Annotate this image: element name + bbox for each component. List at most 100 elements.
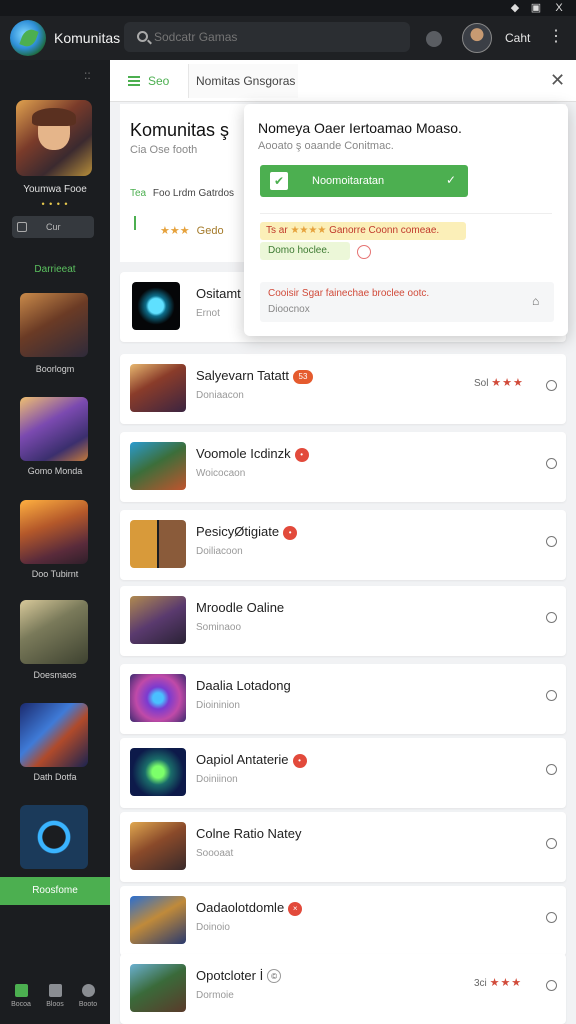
warning-icon[interactable] bbox=[357, 245, 371, 259]
home-icon[interactable]: ⌂ bbox=[532, 294, 539, 308]
check-icon: ✔ bbox=[270, 172, 288, 190]
accent-marker bbox=[134, 216, 136, 230]
close-window-button[interactable]: X bbox=[550, 0, 568, 16]
game-title: Mroodle Oaline bbox=[196, 600, 285, 615]
divider bbox=[260, 213, 552, 214]
nav-label: Booto bbox=[78, 1001, 98, 1008]
game-thumbnail bbox=[130, 896, 186, 944]
sidebar-chip[interactable]: Cur bbox=[12, 216, 94, 238]
game-subtitle: Doinoio bbox=[196, 922, 230, 933]
game-card[interactable]: Opotcloter İ © Dormoie 3ci ★★★ bbox=[120, 954, 566, 1024]
game-card[interactable]: Salyevarn Tatatt 53 Doniaacon Sol ★★★ bbox=[120, 354, 566, 424]
info-icon[interactable] bbox=[546, 458, 557, 469]
game-card[interactable]: Oadaolotdomle × Doinoio bbox=[120, 886, 566, 956]
notification-badge: • bbox=[283, 526, 298, 540]
info-icon[interactable] bbox=[546, 612, 557, 623]
rating-stars: ★★★ bbox=[489, 977, 523, 989]
featured-game-label: Youmwa Fooe bbox=[23, 184, 87, 195]
sidebar-active-item[interactable]: Roosfome bbox=[0, 877, 110, 905]
game-thumbnail bbox=[130, 520, 186, 568]
notification-icon[interactable] bbox=[426, 31, 442, 47]
sidebar-more-icon[interactable]: :: bbox=[84, 68, 91, 82]
game-subtitle: Doiniinon bbox=[196, 774, 238, 785]
more-options-icon[interactable]: ⋮ bbox=[548, 26, 564, 46]
nav-library[interactable]: Bloos bbox=[45, 984, 65, 1008]
join-button-label: Noomoitaratan bbox=[312, 175, 385, 187]
nav-settings[interactable]: Booto bbox=[78, 984, 98, 1008]
popup-subtitle: Aooato ş oaande Conitmac. bbox=[258, 140, 394, 152]
join-community-popup: Nomeya Oaer Iertoamao Moaso. Aooato ş oa… bbox=[244, 104, 568, 336]
sidebar-game-thumbnail[interactable] bbox=[20, 703, 88, 767]
wifi-icon[interactable]: ◆ bbox=[506, 0, 524, 16]
rating-notice: Ts ar ★★★★ Ganorre Coonn comeae. bbox=[260, 222, 466, 240]
alert-box[interactable]: Cooisir Sgar fainechae broclee ootc. Dio… bbox=[260, 282, 554, 322]
notification-badge: © bbox=[267, 969, 282, 983]
popup-title: Nomeya Oaer Iertoamao Moaso. bbox=[258, 120, 462, 136]
chip-icon bbox=[17, 222, 27, 232]
sidebar-game-thumbnail[interactable] bbox=[20, 293, 88, 357]
info-icon[interactable] bbox=[546, 536, 557, 547]
info-icon[interactable] bbox=[546, 690, 557, 701]
alert-title: Cooisir Sgar fainechae broclee ootc. bbox=[268, 288, 430, 299]
game-title: Daalia Lotadong bbox=[196, 678, 291, 693]
rating-stars: ★★★ bbox=[491, 377, 524, 389]
game-subtitle: Doiliacoon bbox=[196, 546, 243, 557]
game-title-text: Oadaolotdomle bbox=[196, 900, 285, 915]
community-subtitle: Cia Ose footh bbox=[130, 144, 198, 156]
game-title: Oapiol Antaterie • bbox=[196, 752, 307, 768]
game-title-text: Voomole Icdinzk bbox=[196, 446, 291, 461]
close-icon[interactable]: ✕ bbox=[550, 70, 565, 91]
search-input[interactable] bbox=[154, 28, 394, 46]
library-icon bbox=[48, 984, 62, 997]
meta-tag: Tea bbox=[130, 188, 147, 199]
notification-badge: × bbox=[288, 902, 303, 916]
app-logo-icon[interactable] bbox=[10, 20, 46, 56]
info-icon[interactable] bbox=[546, 838, 557, 849]
user-name[interactable]: Caht bbox=[505, 31, 530, 45]
game-subtitle: Soooaat bbox=[196, 848, 234, 859]
rating-label: Sol bbox=[474, 378, 489, 389]
nav-label: Bocoa bbox=[11, 1001, 31, 1008]
sidebar-game-thumbnail[interactable] bbox=[20, 600, 88, 664]
community-rating: ★★★ Gedo bbox=[160, 224, 224, 237]
join-button[interactable]: ✔ Noomoitaratan ✓ bbox=[260, 165, 468, 197]
game-card[interactable]: PesicyØtigiate • Doiliacoon bbox=[120, 510, 566, 580]
sidebar-item-label: Dath Dotfa bbox=[33, 772, 77, 782]
sidebar-game-thumbnail[interactable] bbox=[20, 500, 88, 564]
home-icon bbox=[14, 984, 28, 997]
checkmark-icon: ✓ bbox=[445, 173, 456, 187]
info-icon[interactable] bbox=[546, 980, 557, 991]
sidebar-item-label: Gomo Monda bbox=[27, 466, 83, 476]
notice-text: Ganorre Coonn comeae. bbox=[329, 225, 440, 236]
info-icon[interactable] bbox=[546, 912, 557, 923]
game-card[interactable]: Daalia Lotadong Dioininion bbox=[120, 664, 566, 734]
game-card[interactable]: Oapiol Antaterie • Doiniinon bbox=[120, 738, 566, 808]
game-subtitle: Dormoie bbox=[196, 990, 234, 1001]
sidebar-game-thumbnail[interactable] bbox=[20, 397, 88, 461]
game-title-text: Opotcloter İ bbox=[196, 968, 264, 983]
search-bar[interactable] bbox=[124, 22, 410, 52]
menu-icon[interactable] bbox=[128, 76, 140, 86]
featured-game-thumbnail[interactable] bbox=[16, 100, 92, 176]
game-card[interactable]: Mroodle Oaline Sominaoo bbox=[120, 586, 566, 656]
rating-stars: ★★★ bbox=[160, 225, 190, 237]
info-icon[interactable] bbox=[546, 380, 557, 391]
game-thumbnail bbox=[130, 674, 186, 722]
info-icon[interactable] bbox=[546, 764, 557, 775]
game-thumbnail bbox=[130, 964, 186, 1012]
panel-title: Nomitas Gnsgoras bbox=[196, 74, 296, 88]
panel-header-tab[interactable]: Seo bbox=[148, 74, 169, 88]
sidebar-orb-icon[interactable] bbox=[20, 805, 88, 869]
game-title: Salyevarn Tatatt 53 bbox=[196, 368, 313, 384]
game-thumbnail bbox=[130, 442, 186, 490]
game-rating: 3ci ★★★ bbox=[474, 976, 522, 989]
game-card[interactable]: Colne Ratio Natey Soooaat bbox=[120, 812, 566, 882]
game-card[interactable]: Voomole Icdinzk • Woicocaon bbox=[120, 432, 566, 502]
maximize-button[interactable]: ▣ bbox=[527, 0, 545, 16]
app-title: Komunitas bbox=[54, 30, 121, 46]
community-meta: Tea Foo Lrdm Gatrdos bbox=[130, 188, 234, 199]
user-avatar[interactable] bbox=[462, 23, 492, 53]
rating-label: 3ci bbox=[474, 978, 487, 989]
game-thumbnail bbox=[130, 364, 186, 412]
nav-home[interactable]: Bocoa bbox=[11, 984, 31, 1008]
